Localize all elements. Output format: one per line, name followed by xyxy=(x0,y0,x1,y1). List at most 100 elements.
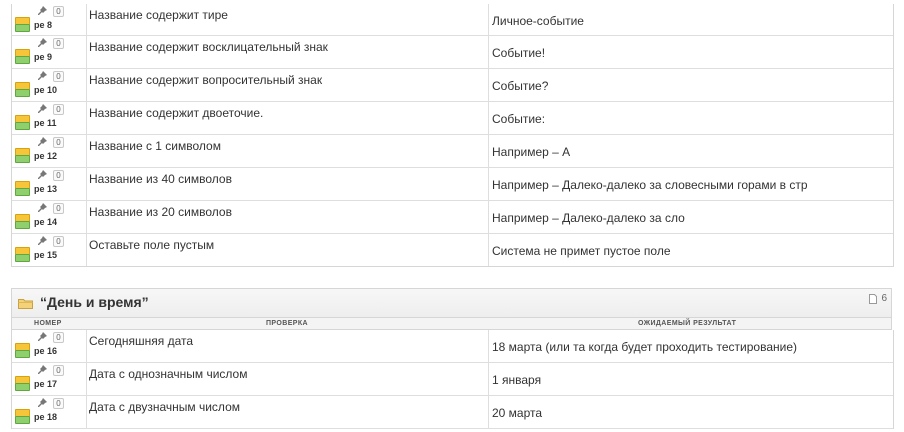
table-row[interactable]: 0 pe 16 Сегодняшняя дата 18 марта (или т… xyxy=(12,330,893,363)
status-marker-icon[interactable] xyxy=(15,254,30,262)
table-row[interactable]: 0 pe 13 Название из 40 символов Например… xyxy=(12,168,893,201)
row-id: pe 11 xyxy=(34,118,57,128)
table-row[interactable]: 0 pe 9 Название содержит восклицательный… xyxy=(12,36,893,69)
row-controls: 0 pe 9 xyxy=(12,36,87,68)
pin-icon[interactable] xyxy=(36,169,48,181)
pin-icon[interactable] xyxy=(36,103,48,115)
row-controls: 0 pe 14 xyxy=(12,201,87,233)
status-marker-icon[interactable] xyxy=(15,89,30,97)
section-header[interactable]: “День и время” 6 xyxy=(11,288,892,317)
status-marker-icon[interactable] xyxy=(15,416,30,424)
row-controls: 0 pe 18 xyxy=(12,396,87,428)
check-text: Название из 20 символов xyxy=(89,205,232,219)
status-marker-icon[interactable] xyxy=(15,122,30,130)
column-header-expected[interactable]: ОЖИДАЕМЫЙ РЕЗУЛЬТАТ xyxy=(638,320,736,327)
result-text: Например – А xyxy=(492,145,571,159)
comment-count-badge[interactable]: 0 xyxy=(53,236,64,247)
column-header-number[interactable]: НОМЕР xyxy=(34,320,62,327)
table-row[interactable]: 0 pe 11 Название содержит двоеточие. Соб… xyxy=(12,102,893,135)
row-controls: 0 pe 13 xyxy=(12,168,87,200)
row-id: pe 18 xyxy=(34,412,58,422)
column-header-check[interactable]: ПРОВЕРКА xyxy=(266,320,308,327)
row-controls: 0 pe 11 xyxy=(12,102,87,134)
row-controls: 0 pe 15 xyxy=(12,234,87,266)
status-marker-icon[interactable] xyxy=(15,56,30,64)
result-text: 18 марта (или та когда будет проходить т… xyxy=(492,340,797,354)
status-marker-icon[interactable] xyxy=(15,383,30,391)
comment-count-badge[interactable]: 0 xyxy=(53,365,64,376)
pin-icon[interactable] xyxy=(36,331,48,343)
check-text: Название содержит тире xyxy=(89,8,228,22)
check-text: Название с 1 символом xyxy=(89,139,221,153)
result-text: Система не примет пустое поле xyxy=(492,244,671,258)
table-row[interactable]: 0 pe 14 Название из 20 символов Например… xyxy=(12,201,893,234)
comment-count-badge[interactable]: 0 xyxy=(53,71,64,82)
row-id: pe 17 xyxy=(34,379,58,389)
comment-count-badge[interactable]: 0 xyxy=(53,170,64,181)
row-controls: 0 pe 10 xyxy=(12,69,87,101)
status-marker-icon[interactable] xyxy=(15,24,30,32)
comment-count-badge[interactable]: 0 xyxy=(53,203,64,214)
row-id: pe 9 xyxy=(34,52,53,62)
check-text: Дата с однозначным числом xyxy=(89,367,248,381)
status-marker-icon[interactable] xyxy=(15,188,30,196)
section-table: 0 pe 16 Сегодняшняя дата 18 марта (или т… xyxy=(11,330,894,429)
table-row[interactable]: 0 pe 18 Дата с двузначным числом 20 март… xyxy=(12,396,893,429)
row-id: pe 12 xyxy=(34,151,58,161)
row-id: pe 16 xyxy=(34,346,58,356)
pin-icon[interactable] xyxy=(36,136,48,148)
column-header-row: НОМЕР ПРОВЕРКА ОЖИДАЕМЫЙ РЕЗУЛЬТАТ xyxy=(11,317,892,330)
result-cell xyxy=(489,396,893,428)
comment-count-badge[interactable]: 0 xyxy=(53,332,64,343)
result-text: Событие! xyxy=(492,46,546,60)
result-text: Например – Далеко-далеко за словесными г… xyxy=(492,178,808,192)
pin-icon[interactable] xyxy=(36,202,48,214)
pin-icon[interactable] xyxy=(36,364,48,376)
status-marker-icon[interactable] xyxy=(15,155,30,163)
table-row[interactable]: 0 pe 15 Оставьте поле пустым Система не … xyxy=(12,234,893,267)
comment-count-badge[interactable]: 0 xyxy=(53,104,64,115)
folder-icon xyxy=(18,299,33,309)
row-id: pe 15 xyxy=(34,250,58,260)
row-id: pe 8 xyxy=(34,20,53,30)
document-icon xyxy=(869,294,877,304)
test-cases-table: 0 pe 8 Название содержит тире Личное-соб… xyxy=(11,4,894,267)
row-id: pe 13 xyxy=(34,184,58,194)
section-count: 6 xyxy=(881,293,887,304)
section-title: “День и время” xyxy=(40,294,149,310)
comment-count-badge[interactable]: 0 xyxy=(53,6,64,17)
table-row[interactable]: 0 pe 17 Дата с однозначным числом 1 янва… xyxy=(12,363,893,396)
row-controls: 0 pe 17 xyxy=(12,363,87,395)
table-row[interactable]: 0 pe 8 Название содержит тире Личное-соб… xyxy=(12,4,893,36)
row-controls: 0 pe 12 xyxy=(12,135,87,167)
check-text: Дата с двузначным числом xyxy=(89,400,240,414)
pin-icon[interactable] xyxy=(36,235,48,247)
pin-icon[interactable] xyxy=(36,37,48,49)
check-text: Название содержит двоеточие. xyxy=(89,106,264,120)
result-text: Личное-событие xyxy=(492,14,584,28)
check-text: Название содержит восклицательный знак xyxy=(89,40,328,54)
comment-count-badge[interactable]: 0 xyxy=(53,38,64,49)
pin-icon[interactable] xyxy=(36,397,48,409)
result-cell xyxy=(489,69,893,101)
result-text: 20 марта xyxy=(492,406,543,420)
comment-count-badge[interactable]: 0 xyxy=(53,398,64,409)
comment-count-badge[interactable]: 0 xyxy=(53,137,64,148)
table-row[interactable]: 0 pe 10 Название содержит вопросительный… xyxy=(12,69,893,102)
check-text: Название из 40 символов xyxy=(89,172,232,186)
status-marker-icon[interactable] xyxy=(15,350,30,358)
check-text: Оставьте поле пустым xyxy=(89,238,215,252)
pin-icon[interactable] xyxy=(36,5,48,17)
status-marker-icon[interactable] xyxy=(15,221,30,229)
result-text: Событие: xyxy=(492,112,546,126)
result-cell xyxy=(489,102,893,134)
pin-icon[interactable] xyxy=(36,70,48,82)
result-text: Событие? xyxy=(492,79,549,93)
table-row[interactable]: 0 pe 12 Название с 1 символом Например –… xyxy=(12,135,893,168)
row-controls: 0 pe 8 xyxy=(12,4,87,35)
result-cell xyxy=(489,363,893,395)
result-text: Например – Далеко-далеко за сло xyxy=(492,211,685,225)
check-text: Название содержит вопросительный знак xyxy=(89,73,323,87)
row-id: pe 14 xyxy=(34,217,58,227)
result-text: 1 января xyxy=(492,373,542,387)
